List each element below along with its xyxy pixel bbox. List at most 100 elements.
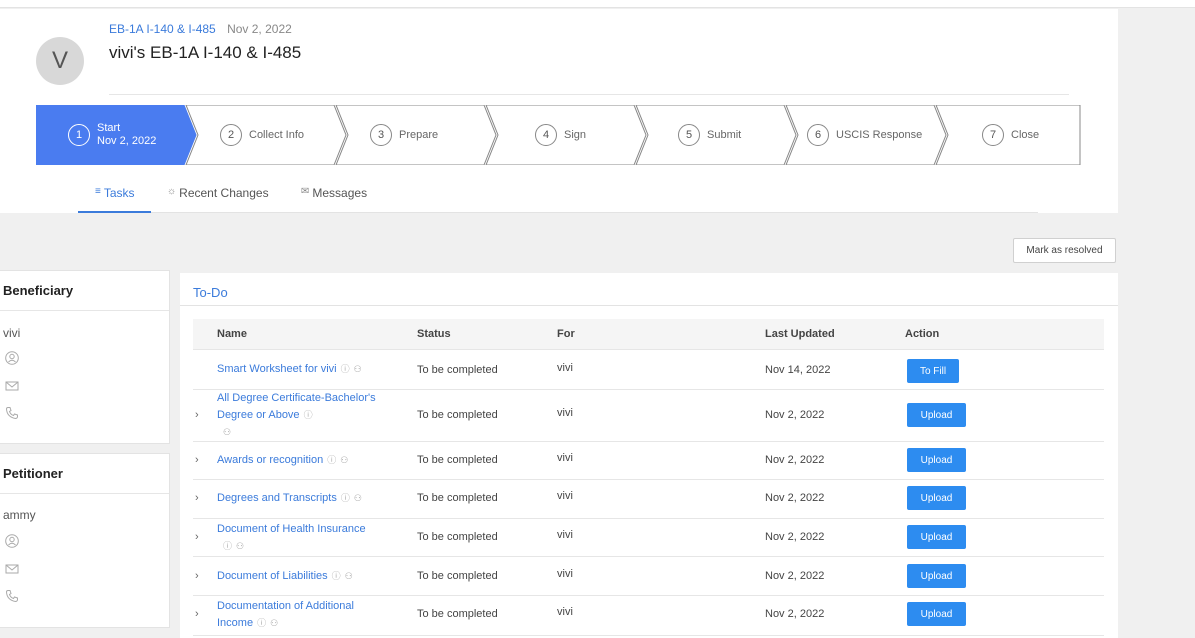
task-name-link[interactable]: Document of Liabilities (217, 570, 328, 582)
step-label: Collect Info (249, 129, 305, 141)
user-icon[interactable]: ⚇ (236, 541, 244, 551)
user-icon[interactable]: ⚇ (340, 455, 348, 465)
task-name-link[interactable]: All Degree Certificate-Bachelor's Degree… (217, 392, 376, 421)
task-for: vivi (557, 568, 573, 580)
task-for: vivi (557, 490, 573, 502)
task-name-cell: All Degree Certificate-Bachelor's Degree… (217, 390, 387, 441)
step-prepare[interactable]: 3 Prepare (370, 105, 438, 165)
task-name-cell: Document of Health Insurance ⓘ ⚇ (217, 521, 397, 555)
task-updated: Nov 2, 2022 (765, 492, 825, 504)
task-status: To be completed (417, 608, 498, 620)
table-row: Smart Worksheet for vivi ⓘ ⚇ To be complet… (193, 351, 1104, 390)
task-name-link[interactable]: Documentation of Additional Income (217, 600, 354, 629)
user-icon[interactable]: ⚇ (270, 618, 278, 628)
step-label: Submit (707, 129, 742, 141)
tab-tasks[interactable]: ≡ Tasks (78, 186, 151, 213)
page-title: vivi's EB-1A I-140 & I-485 (109, 43, 302, 62)
step-submit[interactable]: 5 Submit (678, 105, 741, 165)
task-updated: Nov 14, 2022 (765, 364, 831, 376)
task-status: To be completed (417, 492, 498, 504)
task-for: vivi (557, 529, 573, 541)
task-status: To be completed (417, 570, 498, 582)
todo-title: To-Do (193, 285, 228, 300)
progress-steps: 1 Start Nov 2, 2022 2 Collect Info 3 Prep… (36, 105, 1081, 165)
step-sign[interactable]: 4 Sign (535, 105, 586, 165)
petitioner-name: ammy (3, 508, 36, 522)
col-name: Name (217, 328, 247, 340)
help-icon[interactable]: ⓘ (304, 410, 313, 420)
help-icon[interactable]: ⓘ (341, 493, 350, 503)
upload-button[interactable]: Upload (907, 486, 966, 510)
chat-icon: ✉ (301, 186, 310, 197)
expand-chevron-icon[interactable]: › (195, 531, 199, 543)
task-for: vivi (557, 407, 573, 419)
expand-chevron-icon[interactable]: › (195, 492, 199, 504)
user-icon[interactable]: ⚇ (354, 493, 362, 503)
profile-icon[interactable] (5, 534, 19, 548)
task-name-cell: Smart Worksheet for vivi ⓘ ⚇ (217, 361, 397, 378)
table-row: › Document of Health Insurance ⓘ ⚇ To be c… (193, 519, 1104, 557)
tab-messages[interactable]: ✉ Messages (301, 186, 367, 213)
beneficiary-heading: Beneficiary (0, 271, 169, 311)
help-icon[interactable]: ⓘ (332, 571, 341, 581)
upload-button[interactable]: Upload (907, 525, 966, 549)
mail-icon[interactable] (5, 562, 19, 576)
help-icon[interactable]: ⓘ (341, 364, 350, 374)
case-header: V EB-1A I-140 & I-485 Nov 2, 2022 vivi's… (0, 9, 1118, 213)
step-start[interactable]: 1 Start Nov 2, 2022 (68, 105, 156, 165)
task-for: vivi (557, 362, 573, 374)
task-name-link[interactable]: Awards or recognition (217, 454, 323, 466)
table-row: › Degrees and Transcripts ⓘ ⚇ To be comple… (193, 480, 1104, 519)
task-for: vivi (557, 452, 573, 464)
task-status: To be completed (417, 454, 498, 466)
task-for: vivi (557, 606, 573, 618)
task-name-link[interactable]: Smart Worksheet for vivi (217, 363, 337, 375)
task-updated: Nov 2, 2022 (765, 454, 825, 466)
right-gutter (1118, 8, 1195, 638)
phone-icon[interactable] (5, 589, 19, 603)
table-row: › All Degree Certificate-Bachelor's Degr… (193, 390, 1104, 442)
user-icon[interactable]: ⚇ (354, 364, 362, 374)
tab-label: Recent Changes (179, 186, 269, 200)
table-header: Name Status For Last Updated Action (193, 319, 1104, 350)
upload-button[interactable]: Upload (907, 448, 966, 472)
tab-label: Messages (312, 186, 368, 200)
task-name-link[interactable]: Degrees and Transcripts (217, 492, 337, 504)
breadcrumb-case-type-link[interactable]: EB-1A I-140 & I-485 (109, 22, 216, 36)
upload-button[interactable]: Upload (907, 602, 966, 626)
profile-icon[interactable] (5, 351, 19, 365)
task-status: To be completed (417, 531, 498, 543)
tab-recent-changes[interactable]: ☼ Recent Changes (167, 186, 269, 213)
step-label: Prepare (399, 129, 439, 141)
step-collect-info[interactable]: 2 Collect Info (220, 105, 304, 165)
help-icon[interactable]: ⓘ (327, 455, 336, 465)
phone-icon[interactable] (5, 406, 19, 420)
mail-icon[interactable] (5, 379, 19, 393)
task-name-link[interactable]: Document of Health Insurance (217, 523, 366, 535)
help-icon[interactable]: ⓘ (257, 618, 266, 628)
step-label: Close (1011, 129, 1040, 141)
user-icon[interactable]: ⚇ (223, 427, 231, 437)
step-label: Start (97, 122, 121, 134)
petitioner-card: Petitioner ammy (0, 453, 170, 628)
upload-button[interactable]: Upload (907, 403, 966, 427)
expand-chevron-icon[interactable]: › (195, 409, 199, 421)
table-row: › Document of Liabilities ⓘ ⚇ To be comple… (193, 557, 1104, 596)
lightbulb-icon: ☼ (167, 186, 177, 197)
upload-button[interactable]: Upload (907, 564, 966, 588)
help-icon[interactable]: ⓘ (223, 541, 232, 551)
col-last-updated: Last Updated (765, 328, 835, 340)
task-updated: Nov 2, 2022 (765, 409, 825, 421)
expand-chevron-icon[interactable]: › (195, 454, 199, 466)
to-fill-button[interactable]: To Fill (907, 359, 959, 383)
mark-resolved-button[interactable]: Mark as resolved (1013, 238, 1116, 263)
expand-chevron-icon[interactable]: › (195, 608, 199, 620)
task-name-cell: Document of Liabilities ⓘ ⚇ (217, 568, 397, 585)
expand-chevron-icon[interactable]: › (195, 570, 199, 582)
step-close[interactable]: 7 Close (982, 105, 1039, 165)
beneficiary-name: vivi (3, 326, 21, 340)
user-icon[interactable]: ⚇ (345, 571, 353, 581)
step-uscis-response[interactable]: 6 USCIS Response (807, 105, 922, 165)
step-number: 5 (678, 124, 700, 146)
table-row: › Documentation of Additional Income ⓘ ⚇ T… (193, 596, 1104, 636)
